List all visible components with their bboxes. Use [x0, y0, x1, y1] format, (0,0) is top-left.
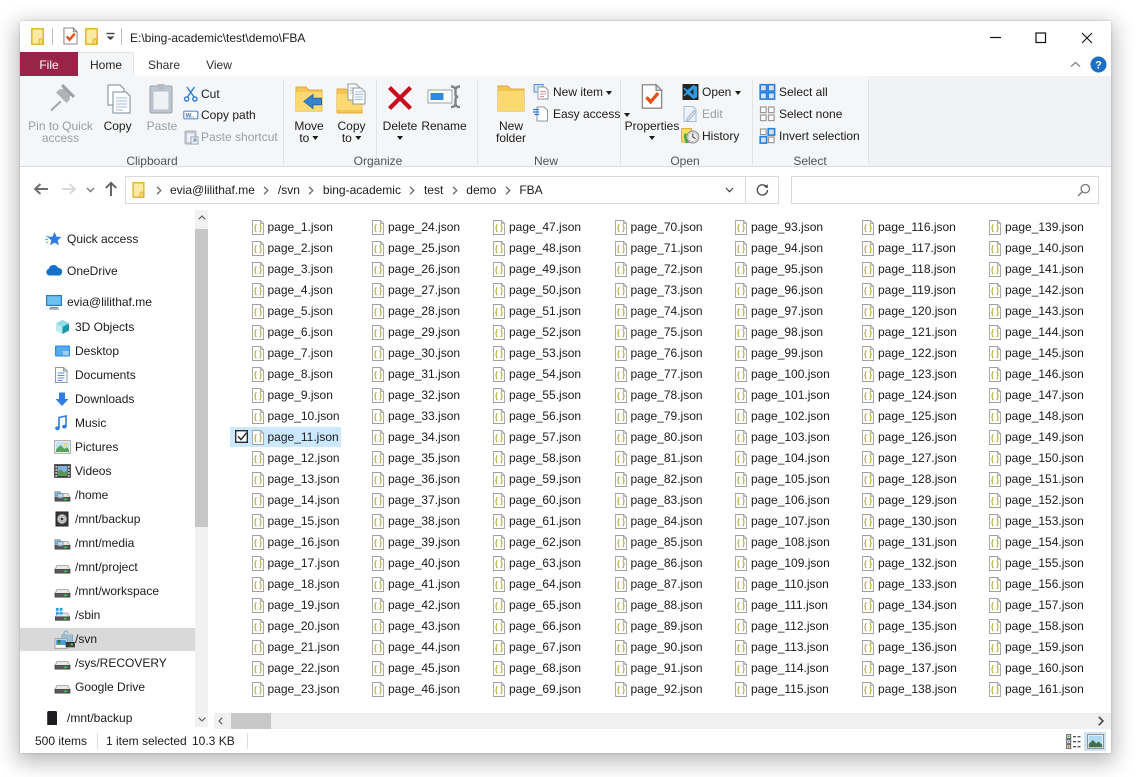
svg-text:W..: W..: [186, 113, 195, 119]
svg-text:?: ?: [1095, 60, 1102, 72]
